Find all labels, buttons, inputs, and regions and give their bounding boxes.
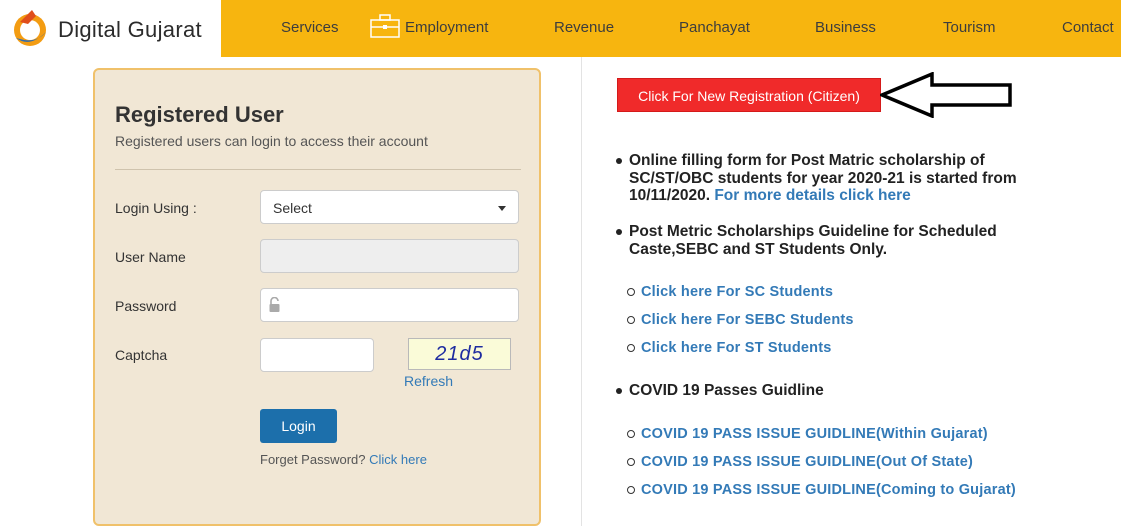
brand[interactable]: Digital Gujarat <box>0 0 221 57</box>
forget-password-text: Forget Password? <box>260 452 366 467</box>
notice-1-line-3: 10/11/2020. <box>629 187 711 204</box>
sub-bullet-icon <box>627 316 635 324</box>
nav-panchayat[interactable]: Panchayat <box>679 19 750 36</box>
login-using-label: Login Using : <box>115 200 197 216</box>
captcha-refresh-link[interactable]: Refresh <box>404 373 453 389</box>
password-input[interactable] <box>260 288 519 322</box>
sub-bullet-icon <box>627 486 635 494</box>
top-header: Digital Gujarat Services Employment Reve… <box>0 0 1121 57</box>
login-subtitle: Registered users can login to access the… <box>115 133 428 149</box>
notice-covid-passes: COVID 19 Passes Guidline <box>629 382 824 399</box>
notice-1-line-1: Online filling form for Post Matric scho… <box>629 152 985 169</box>
more-details-link[interactable]: For more details click here <box>714 187 910 204</box>
covid-within-gujarat-link[interactable]: COVID 19 PASS ISSUE GUIDLINE(Within Guja… <box>641 426 988 442</box>
digital-gujarat-logo <box>14 10 46 46</box>
login-using-value: Select <box>273 200 312 216</box>
login-title: Registered User <box>115 102 284 127</box>
lock-icon <box>269 297 280 312</box>
captcha-image: 21d5 <box>408 338 511 370</box>
nav-business[interactable]: Business <box>815 19 876 36</box>
nav-revenue[interactable]: Revenue <box>554 19 614 36</box>
login-divider <box>115 169 521 170</box>
username-label: User Name <box>115 249 186 265</box>
st-students-link[interactable]: Click here For ST Students <box>641 340 832 356</box>
bullet-icon <box>616 158 622 164</box>
login-button[interactable]: Login <box>260 409 337 443</box>
forget-password: Forget Password? Click here <box>260 452 427 467</box>
notice-2-line-2: Caste,SEBC and ST Students Only. <box>629 240 888 258</box>
main-nav: Services Employment Revenue Panchayat Bu… <box>221 0 1121 57</box>
new-registration-button[interactable]: Click For New Registration (Citizen) <box>617 78 881 112</box>
username-input[interactable] <box>260 239 519 273</box>
bullet-icon <box>616 388 622 394</box>
login-using-select[interactable]: Select <box>260 190 519 224</box>
brand-name: Digital Gujarat <box>58 17 202 42</box>
sub-bullet-icon <box>627 458 635 466</box>
left-arrow-icon <box>880 72 1012 118</box>
login-panel: Registered User Registered users can log… <box>93 68 541 526</box>
sebc-students-link[interactable]: Click here For SEBC Students <box>641 312 854 328</box>
sc-students-link[interactable]: Click here For SC Students <box>641 284 833 300</box>
bullet-icon <box>616 229 622 235</box>
column-divider <box>581 57 582 526</box>
nav-services[interactable]: Services <box>281 19 339 36</box>
sub-bullet-icon <box>627 344 635 352</box>
nav-contact[interactable]: Contact <box>1062 19 1114 36</box>
nav-employment[interactable]: Employment <box>405 19 488 36</box>
sub-bullet-icon <box>627 288 635 296</box>
briefcase-icon <box>370 14 400 38</box>
sub-bullet-icon <box>627 430 635 438</box>
nav-tourism[interactable]: Tourism <box>943 19 996 36</box>
covid-coming-to-gujarat-link[interactable]: COVID 19 PASS ISSUE GUIDLINE(Coming to G… <box>641 482 1016 498</box>
notice-scholarship-form: Online filling form for Post Matric scho… <box>629 152 1049 205</box>
captcha-label: Captcha <box>115 347 168 363</box>
password-label: Password <box>115 298 177 314</box>
notice-2-line-1: Post Metric Scholarships Guideline for S… <box>629 223 997 240</box>
captcha-input[interactable] <box>260 338 374 372</box>
chevron-down-icon <box>498 206 506 211</box>
notice-1-line-2: SC/ST/OBC students for year 2020-21 is s… <box>629 169 1017 187</box>
forget-password-link[interactable]: Click here <box>369 452 427 467</box>
covid-out-of-state-link[interactable]: COVID 19 PASS ISSUE GUIDLINE(Out Of Stat… <box>641 454 973 470</box>
notice-scholarship-guideline: Post Metric Scholarships Guideline for S… <box>629 223 1049 258</box>
